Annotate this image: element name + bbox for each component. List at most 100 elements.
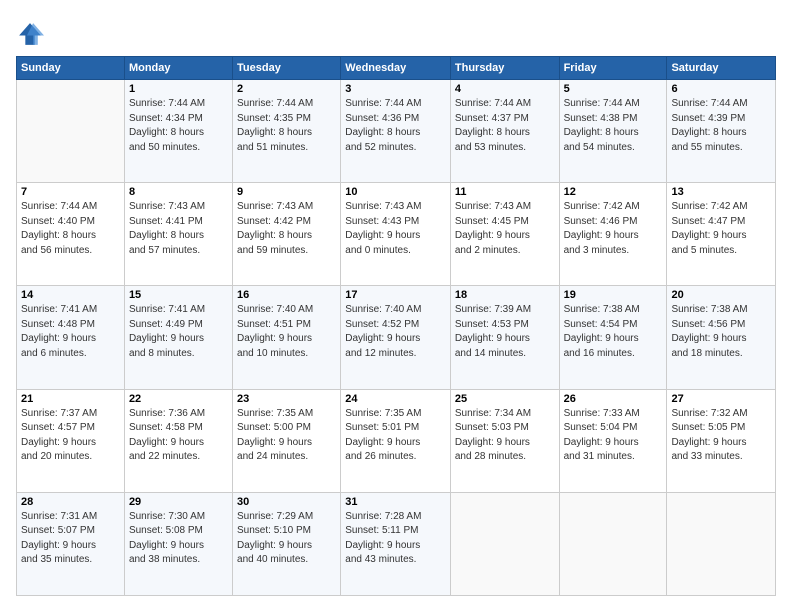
calendar-cell: 21 Sunrise: 7:37 AM Sunset: 4:57 PM Dayli… <box>17 389 125 492</box>
calendar-cell: 13 Sunrise: 7:42 AM Sunset: 4:47 PM Dayli… <box>667 183 776 286</box>
day-info: Sunrise: 7:38 AM Sunset: 4:56 PM Dayligh… <box>671 303 771 361</box>
calendar-cell: 8 Sunrise: 7:43 AM Sunset: 4:41 PM Daylig… <box>124 183 232 286</box>
day-info: Sunrise: 7:43 AM Sunset: 4:41 PM Dayligh… <box>129 200 228 258</box>
day-info: Sunrise: 7:43 AM Sunset: 4:45 PM Dayligh… <box>455 200 555 258</box>
day-number: 13 <box>671 186 771 198</box>
day-info: Sunrise: 7:33 AM Sunset: 5:04 PM Dayligh… <box>564 407 663 465</box>
day-info: Sunrise: 7:35 AM Sunset: 5:00 PM Dayligh… <box>237 407 336 465</box>
calendar-cell: 2 Sunrise: 7:44 AM Sunset: 4:35 PM Daylig… <box>233 80 341 183</box>
day-info: Sunrise: 7:44 AM Sunset: 4:37 PM Dayligh… <box>455 97 555 155</box>
header <box>16 16 776 48</box>
day-info: Sunrise: 7:43 AM Sunset: 4:43 PM Dayligh… <box>345 200 446 258</box>
day-number: 14 <box>21 289 120 301</box>
calendar-cell: 10 Sunrise: 7:43 AM Sunset: 4:43 PM Dayli… <box>341 183 451 286</box>
day-info: Sunrise: 7:29 AM Sunset: 5:10 PM Dayligh… <box>237 510 336 568</box>
logo-icon <box>16 20 44 48</box>
calendar-cell: 20Sunrise: 7:38 AM Sunset: 4:56 PM Dayli… <box>667 286 776 389</box>
day-number: 8 <box>129 186 228 198</box>
day-number: 1 <box>129 83 228 95</box>
day-number: 3 <box>345 83 446 95</box>
calendar-cell: 18 Sunrise: 7:39 AM Sunset: 4:53 PM Dayli… <box>450 286 559 389</box>
calendar-cell: 12Sunrise: 7:42 AM Sunset: 4:46 PM Dayli… <box>559 183 667 286</box>
day-info: Sunrise: 7:44 AM Sunset: 4:35 PM Dayligh… <box>237 97 336 155</box>
calendar-cell <box>667 492 776 595</box>
day-number: 22 <box>129 393 228 405</box>
calendar-week-5: 28 Sunrise: 7:31 AM Sunset: 5:07 PM Dayli… <box>17 492 776 595</box>
day-number: 28 <box>21 496 120 508</box>
calendar-cell: 16Sunrise: 7:40 AM Sunset: 4:51 PM Dayli… <box>233 286 341 389</box>
day-info: Sunrise: 7:31 AM Sunset: 5:07 PM Dayligh… <box>21 510 120 568</box>
day-number: 17 <box>345 289 446 301</box>
day-number: 30 <box>237 496 336 508</box>
calendar-cell: 15 Sunrise: 7:41 AM Sunset: 4:49 PM Dayli… <box>124 286 232 389</box>
calendar-cell: 28 Sunrise: 7:31 AM Sunset: 5:07 PM Dayli… <box>17 492 125 595</box>
calendar-cell: 17 Sunrise: 7:40 AM Sunset: 4:52 PM Dayli… <box>341 286 451 389</box>
day-header-friday: Friday <box>559 57 667 80</box>
day-number: 4 <box>455 83 555 95</box>
calendar-cell: 7Sunrise: 7:44 AM Sunset: 4:40 PM Daylig… <box>17 183 125 286</box>
day-number: 5 <box>564 83 663 95</box>
day-info: Sunrise: 7:42 AM Sunset: 4:47 PM Dayligh… <box>671 200 771 258</box>
day-info: Sunrise: 7:38 AM Sunset: 4:54 PM Dayligh… <box>564 303 663 361</box>
calendar-cell <box>559 492 667 595</box>
calendar-cell: 24 Sunrise: 7:35 AM Sunset: 5:01 PM Dayli… <box>341 389 451 492</box>
calendar-cell: 29 Sunrise: 7:30 AM Sunset: 5:08 PM Dayli… <box>124 492 232 595</box>
calendar-cell: 26 Sunrise: 7:33 AM Sunset: 5:04 PM Dayli… <box>559 389 667 492</box>
day-info: Sunrise: 7:36 AM Sunset: 4:58 PM Dayligh… <box>129 407 228 465</box>
day-info: Sunrise: 7:44 AM Sunset: 4:36 PM Dayligh… <box>345 97 446 155</box>
calendar-cell: 1 Sunrise: 7:44 AM Sunset: 4:34 PM Daylig… <box>124 80 232 183</box>
day-info: Sunrise: 7:32 AM Sunset: 5:05 PM Dayligh… <box>671 407 771 465</box>
day-number: 10 <box>345 186 446 198</box>
day-number: 6 <box>671 83 771 95</box>
day-info: Sunrise: 7:44 AM Sunset: 4:34 PM Dayligh… <box>129 97 228 155</box>
day-info: Sunrise: 7:44 AM Sunset: 4:38 PM Dayligh… <box>564 97 663 155</box>
day-info: Sunrise: 7:44 AM Sunset: 4:40 PM Dayligh… <box>21 200 120 258</box>
calendar-cell: 19Sunrise: 7:38 AM Sunset: 4:54 PM Dayli… <box>559 286 667 389</box>
day-number: 2 <box>237 83 336 95</box>
calendar-cell: 11Sunrise: 7:43 AM Sunset: 4:45 PM Dayli… <box>450 183 559 286</box>
calendar-cell: 25 Sunrise: 7:34 AM Sunset: 5:03 PM Dayli… <box>450 389 559 492</box>
day-number: 25 <box>455 393 555 405</box>
day-info: Sunrise: 7:41 AM Sunset: 4:49 PM Dayligh… <box>129 303 228 361</box>
day-info: Sunrise: 7:39 AM Sunset: 4:53 PM Dayligh… <box>455 303 555 361</box>
day-info: Sunrise: 7:40 AM Sunset: 4:52 PM Dayligh… <box>345 303 446 361</box>
day-number: 29 <box>129 496 228 508</box>
calendar-cell: 22 Sunrise: 7:36 AM Sunset: 4:58 PM Dayli… <box>124 389 232 492</box>
day-number: 24 <box>345 393 446 405</box>
calendar-cell: 6 Sunrise: 7:44 AM Sunset: 4:39 PM Daylig… <box>667 80 776 183</box>
day-number: 9 <box>237 186 336 198</box>
day-info: Sunrise: 7:34 AM Sunset: 5:03 PM Dayligh… <box>455 407 555 465</box>
page: SundayMondayTuesdayWednesdayThursdayFrid… <box>0 0 792 612</box>
day-info: Sunrise: 7:30 AM Sunset: 5:08 PM Dayligh… <box>129 510 228 568</box>
calendar-table: SundayMondayTuesdayWednesdayThursdayFrid… <box>16 56 776 596</box>
day-info: Sunrise: 7:42 AM Sunset: 4:46 PM Dayligh… <box>564 200 663 258</box>
day-header-thursday: Thursday <box>450 57 559 80</box>
calendar-week-3: 14 Sunrise: 7:41 AM Sunset: 4:48 PM Dayli… <box>17 286 776 389</box>
logo <box>16 20 48 48</box>
calendar-cell: 4 Sunrise: 7:44 AM Sunset: 4:37 PM Daylig… <box>450 80 559 183</box>
day-header-saturday: Saturday <box>667 57 776 80</box>
day-info: Sunrise: 7:37 AM Sunset: 4:57 PM Dayligh… <box>21 407 120 465</box>
day-info: Sunrise: 7:35 AM Sunset: 5:01 PM Dayligh… <box>345 407 446 465</box>
calendar-cell <box>450 492 559 595</box>
day-number: 21 <box>21 393 120 405</box>
day-number: 15 <box>129 289 228 301</box>
day-info: Sunrise: 7:41 AM Sunset: 4:48 PM Dayligh… <box>21 303 120 361</box>
day-header-sunday: Sunday <box>17 57 125 80</box>
calendar-cell: 3 Sunrise: 7:44 AM Sunset: 4:36 PM Daylig… <box>341 80 451 183</box>
day-number: 26 <box>564 393 663 405</box>
calendar-cell: 23Sunrise: 7:35 AM Sunset: 5:00 PM Dayli… <box>233 389 341 492</box>
day-number: 18 <box>455 289 555 301</box>
calendar-cell <box>17 80 125 183</box>
calendar-week-4: 21 Sunrise: 7:37 AM Sunset: 4:57 PM Dayli… <box>17 389 776 492</box>
calendar-cell: 31Sunrise: 7:28 AM Sunset: 5:11 PM Dayli… <box>341 492 451 595</box>
calendar-cell: 5 Sunrise: 7:44 AM Sunset: 4:38 PM Daylig… <box>559 80 667 183</box>
calendar-cell: 14 Sunrise: 7:41 AM Sunset: 4:48 PM Dayli… <box>17 286 125 389</box>
calendar-cell: 27Sunrise: 7:32 AM Sunset: 5:05 PM Dayli… <box>667 389 776 492</box>
day-header-wednesday: Wednesday <box>341 57 451 80</box>
day-info: Sunrise: 7:44 AM Sunset: 4:39 PM Dayligh… <box>671 97 771 155</box>
calendar-cell: 9Sunrise: 7:43 AM Sunset: 4:42 PM Daylig… <box>233 183 341 286</box>
day-info: Sunrise: 7:40 AM Sunset: 4:51 PM Dayligh… <box>237 303 336 361</box>
day-info: Sunrise: 7:28 AM Sunset: 5:11 PM Dayligh… <box>345 510 446 568</box>
calendar-cell: 30 Sunrise: 7:29 AM Sunset: 5:10 PM Dayli… <box>233 492 341 595</box>
